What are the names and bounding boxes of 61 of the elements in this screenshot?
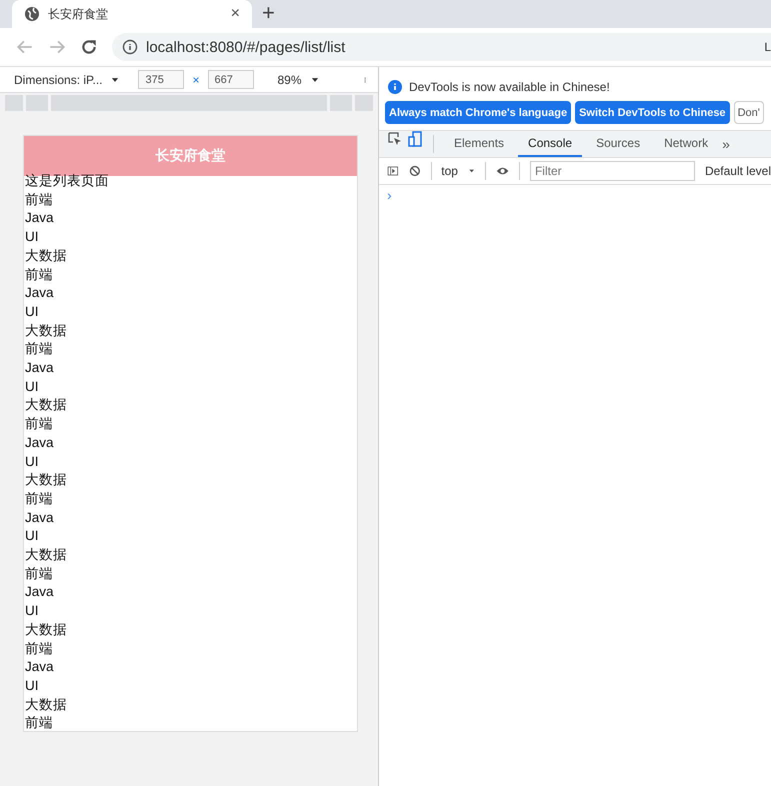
info-icon [387,79,403,95]
list-item: UI [24,378,40,396]
devtools-tab[interactable]: Network [654,131,718,157]
times-sign: × [192,72,200,86]
globe-icon [24,6,40,22]
list-item: 前端 [24,640,54,658]
list-item: UI [24,452,40,471]
width-field[interactable]: 375 [138,70,184,89]
cut-text: L [764,40,771,54]
list-item: 前端 [24,714,54,731]
height-field[interactable]: 667 [208,70,254,89]
list-item: UI [24,228,40,246]
list-item: Java [24,359,55,378]
browser-tab[interactable]: 长安府食堂 × [12,0,252,28]
list-item: UI [24,676,40,695]
devtools-tab[interactable]: Elements [444,131,514,157]
notice-button[interactable]: Don' [734,101,764,124]
devtools-tab[interactable]: Sources [586,131,650,157]
dimensions-dropdown[interactable]: Dimensions: iP... [14,72,102,86]
list-item: 前端 [24,415,54,434]
list-item: Java [24,284,55,302]
info-icon [122,39,138,55]
list-item: 大数据 [24,696,68,714]
url-text: localhost:8080/#/pages/list/list [146,38,346,56]
list-item: 大数据 [24,322,68,340]
address-bar[interactable]: localhost:8080/#/pages/list/list L [112,33,771,61]
list-item: 前端 [24,266,54,284]
devtools-tab[interactable]: Console [518,131,582,157]
list-item: Java [24,658,55,676]
more-tabs-button[interactable]: » [722,136,730,152]
list-item: UI [24,527,40,546]
log-levels-dropdown[interactable]: Default level [704,164,771,178]
list-item: 大数据 [24,396,68,414]
list-item: 大数据 [24,246,68,265]
list-item: Java [24,209,55,228]
clear-console-icon[interactable] [408,163,420,179]
list-item: Java [24,583,55,602]
console-prompt: › [386,186,393,205]
tab-title: 长安府食堂 [48,6,109,22]
context-dropdown[interactable]: top [441,164,458,178]
filter-field[interactable]: Filter [530,161,695,181]
device-toggle-icon[interactable] [407,131,423,147]
list-item: 大数据 [24,620,68,639]
list-item: 大数据 [24,471,68,490]
list-item: 前端 [24,340,54,358]
inspect-icon[interactable] [387,131,403,147]
list-item: UI [24,302,40,321]
list-item: Java [24,434,55,452]
list-item: Java [24,508,55,527]
new-tab-button[interactable]: + [262,0,275,26]
zoom-dropdown[interactable]: 89% [278,72,302,86]
list-item: 前端 [24,490,54,508]
notice-text: DevTools is now available in Chinese! [409,80,610,94]
list-item: 前端 [24,190,54,209]
list-item: 前端 [24,564,54,583]
reload-icon[interactable] [80,38,98,56]
notice-button[interactable]: Switch DevTools to Chinese [575,101,730,124]
list-item: UI [24,602,40,620]
close-button[interactable]: × [230,5,240,23]
notice-button[interactable]: Always match Chrome's language [385,101,572,124]
list-item: 大数据 [24,546,68,564]
